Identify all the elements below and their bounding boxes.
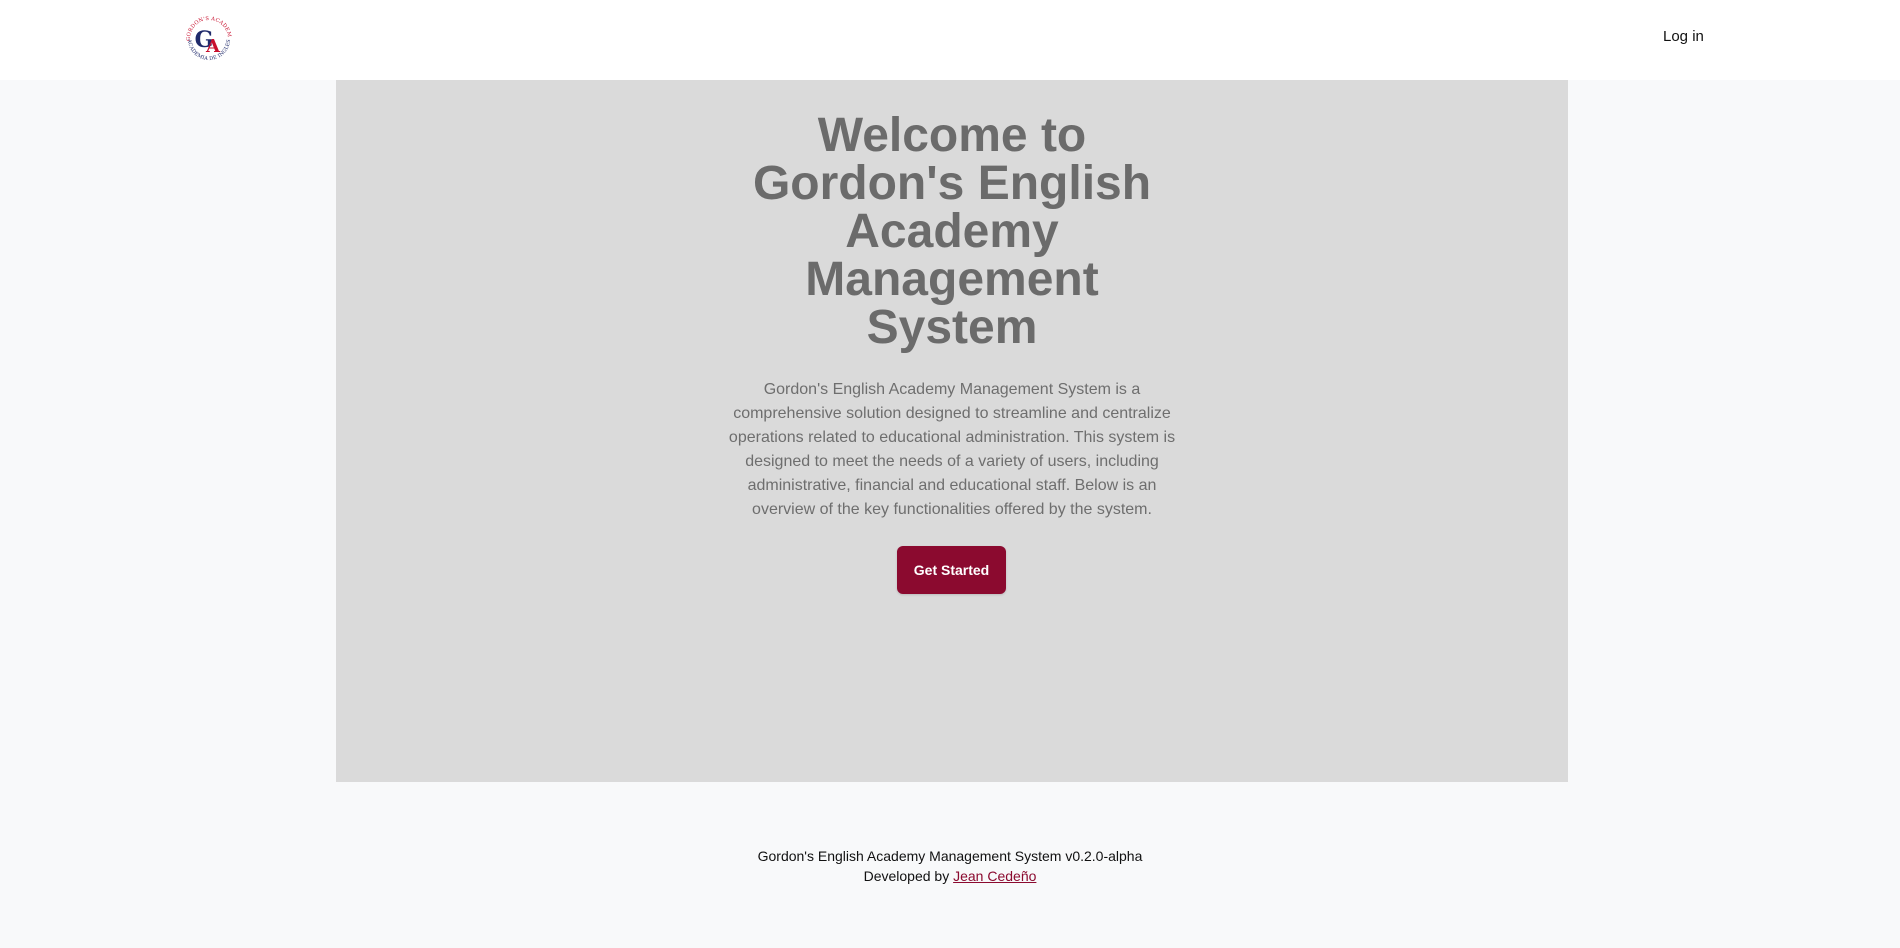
get-started-button[interactable]: Get Started (897, 546, 1006, 594)
hero-title: Welcome to Gordon's English Academy Mana… (752, 109, 1152, 354)
site-footer: Gordon's English Academy Management Syst… (0, 846, 1900, 886)
developer-link[interactable]: Jean Cedeño (953, 868, 1036, 884)
site-header: GORDON'S ACADEMY ACADEMIA DE INGLES G A … (0, 0, 1900, 80)
login-link[interactable]: Log in (1663, 28, 1704, 45)
hero-description: Gordon's English Academy Management Syst… (728, 381, 1176, 518)
footer-credit-prefix: Developed by (863, 868, 954, 884)
hero-section: Welcome to Gordon's English Academy Mana… (336, 80, 1568, 782)
svg-text:A: A (205, 36, 221, 57)
footer-version: Gordon's English Academy Management Syst… (757, 848, 1143, 864)
academy-logo[interactable]: GORDON'S ACADEMY ACADEMIA DE INGLES G A (182, 12, 236, 66)
footer-credit: Developed by Jean Cedeño (0, 866, 1900, 886)
